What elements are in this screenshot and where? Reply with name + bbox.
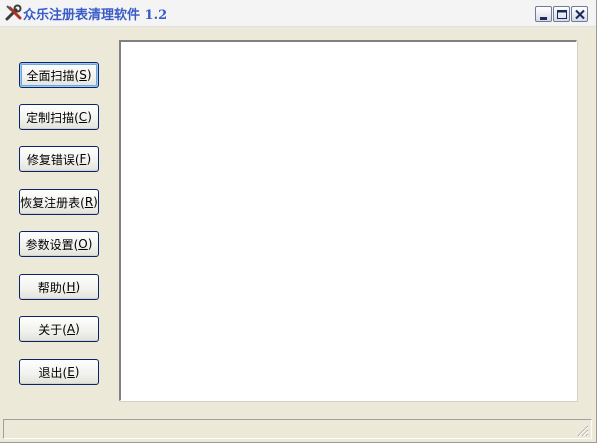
- button-accelerator: H: [66, 280, 76, 294]
- button-label: 帮助(: [37, 280, 67, 295]
- button-accelerator: R: [84, 195, 94, 209]
- exit-button[interactable]: 退出(E): [19, 359, 99, 385]
- button-label-tail: ): [93, 195, 98, 209]
- tools-icon: [4, 4, 24, 22]
- button-label: 关于(: [38, 322, 67, 337]
- button-label-tail: ): [74, 365, 80, 379]
- button-label: 退出(: [38, 365, 68, 380]
- close-icon: [575, 9, 585, 20]
- full-scan-button[interactable]: 全面扫描(S): [19, 62, 99, 88]
- minimize-icon: [540, 17, 547, 20]
- fix-errors-button[interactable]: 修复错误(F): [19, 146, 99, 172]
- button-accelerator: A: [66, 322, 76, 336]
- resize-grip-icon[interactable]: [575, 423, 589, 437]
- about-button[interactable]: 关于(A): [19, 316, 99, 342]
- window-title: 众乐注册表清理软件 1.2: [23, 8, 168, 23]
- button-accelerator: F: [79, 152, 87, 166]
- button-label-tail: ): [86, 152, 92, 166]
- button-accelerator: S: [79, 68, 87, 82]
- help-button[interactable]: 帮助(H): [19, 274, 99, 300]
- minimize-button[interactable]: [535, 6, 552, 22]
- custom-scan-button[interactable]: 定制扫描(C): [19, 104, 99, 130]
- button-label: 修复错误(: [26, 152, 80, 167]
- results-list[interactable]: [119, 40, 577, 401]
- button-label: 参数设置(: [25, 237, 79, 252]
- title-bar[interactable]: 众乐注册表清理软件 1.2: [0, 0, 596, 27]
- button-label: 恢复注册表(: [20, 195, 85, 210]
- button-label-tail: ): [75, 322, 80, 336]
- settings-button[interactable]: 参数设置(O): [19, 231, 99, 257]
- button-accelerator: O: [78, 237, 88, 251]
- button-label: 定制扫描(: [26, 110, 79, 125]
- restore-registry-button[interactable]: 恢复注册表(R): [19, 189, 99, 215]
- button-accelerator: C: [78, 110, 88, 124]
- status-bar: [3, 419, 592, 439]
- button-label-tail: ): [75, 280, 81, 294]
- button-label-tail: ): [87, 110, 92, 124]
- app-window: 众乐注册表清理软件 1.2 全面扫描(S) 定制扫描(C) 修复错误(F) 恢复…: [0, 0, 597, 443]
- close-button[interactable]: [571, 6, 588, 22]
- button-label-tail: ): [87, 237, 93, 251]
- button-label-tail: ): [86, 68, 92, 82]
- maximize-icon: [557, 10, 567, 19]
- maximize-button[interactable]: [553, 6, 570, 22]
- button-accelerator: E: [67, 365, 75, 379]
- button-label: 全面扫描(: [26, 68, 80, 83]
